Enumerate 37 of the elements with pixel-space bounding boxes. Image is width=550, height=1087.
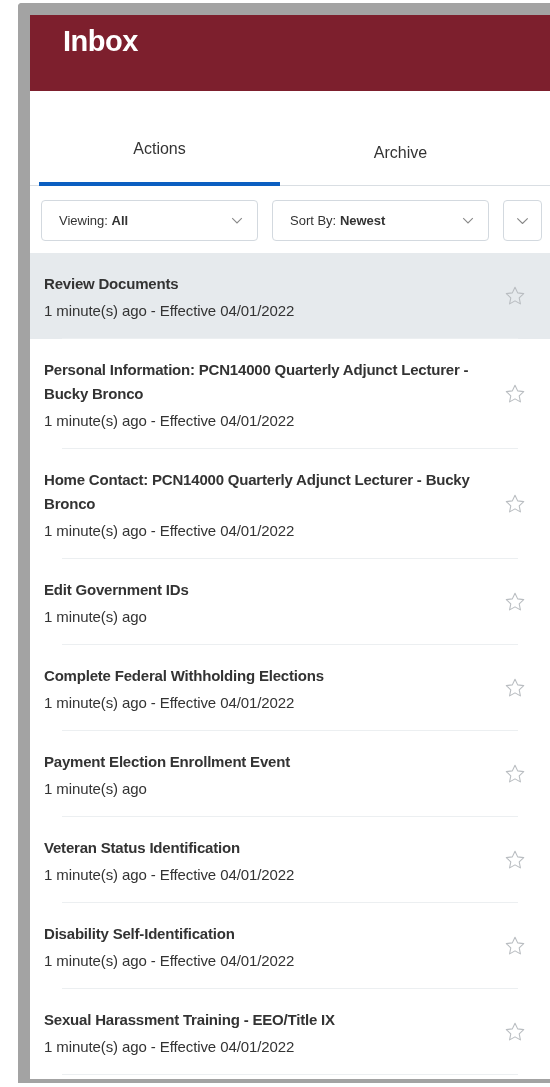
chevron-icon [231, 216, 243, 225]
item-title: Edit Government IDs [44, 580, 190, 600]
item-timestamp: 1 minute(s) ago [44, 608, 148, 625]
tab[interactable]: Archive [280, 91, 521, 186]
item-title: Complete Federal Withholding Elections [44, 666, 325, 686]
tab[interactable]: Actions [39, 91, 280, 186]
item-title: Veteran Status Identification [44, 838, 241, 858]
item-timestamp: 1 minute(s) ago - Effective 04/01/2022 [44, 1038, 296, 1055]
item-title: Sexual Harassment Training - EEO/Title IX [44, 1010, 336, 1030]
item-timestamp: 1 minute(s) ago - Effective 04/01/2022 [44, 694, 296, 711]
star-icon[interactable] [504, 1020, 526, 1043]
star-icon[interactable] [504, 284, 526, 307]
page-title: Inbox [63, 25, 138, 58]
item-title: Personal Information: PCN14000 Quarterly Adjunct Lecturer - Bucky Bronco [44, 360, 470, 404]
item-title: Payment Election Enrollment Event [44, 752, 291, 772]
star-icon[interactable] [504, 492, 526, 515]
star-icon[interactable] [504, 382, 526, 405]
more-dropdown[interactable] [503, 200, 542, 241]
filter-dropdown[interactable]: Viewing: All [41, 200, 258, 241]
item-timestamp: 1 minute(s) ago - Effective 04/01/2022 [44, 412, 296, 429]
star-icon[interactable] [504, 762, 526, 785]
item-title: Home Contact: PCN14000 Quarterly Adjunct Lecturer - Bucky Bronco [44, 470, 471, 514]
filter-dropdown[interactable]: Sort By: Newest [272, 200, 489, 241]
star-icon[interactable] [504, 934, 526, 957]
star-icon[interactable] [504, 590, 526, 613]
item-timestamp: 1 minute(s) ago - Effective 04/01/2022 [44, 302, 296, 319]
item-title: Disability Self-Identification [44, 924, 236, 944]
item-timestamp: 1 minute(s) ago [44, 780, 148, 797]
inbox-item[interactable]: Review Documents 1 minute(s) ago - Effective 04/01/2022 [30, 253, 550, 339]
chevron-icon [516, 216, 529, 225]
star-icon[interactable] [504, 676, 526, 699]
chevron-icon [462, 216, 474, 225]
item-title: Review Documents [44, 274, 180, 294]
item-timestamp: 1 minute(s) ago - Effective 04/01/2022 [44, 866, 296, 883]
item-timestamp: 1 minute(s) ago - Effective 04/01/2022 [44, 522, 296, 539]
item-timestamp: 1 minute(s) ago - Effective 04/01/2022 [44, 952, 296, 969]
star-icon[interactable] [504, 848, 526, 871]
